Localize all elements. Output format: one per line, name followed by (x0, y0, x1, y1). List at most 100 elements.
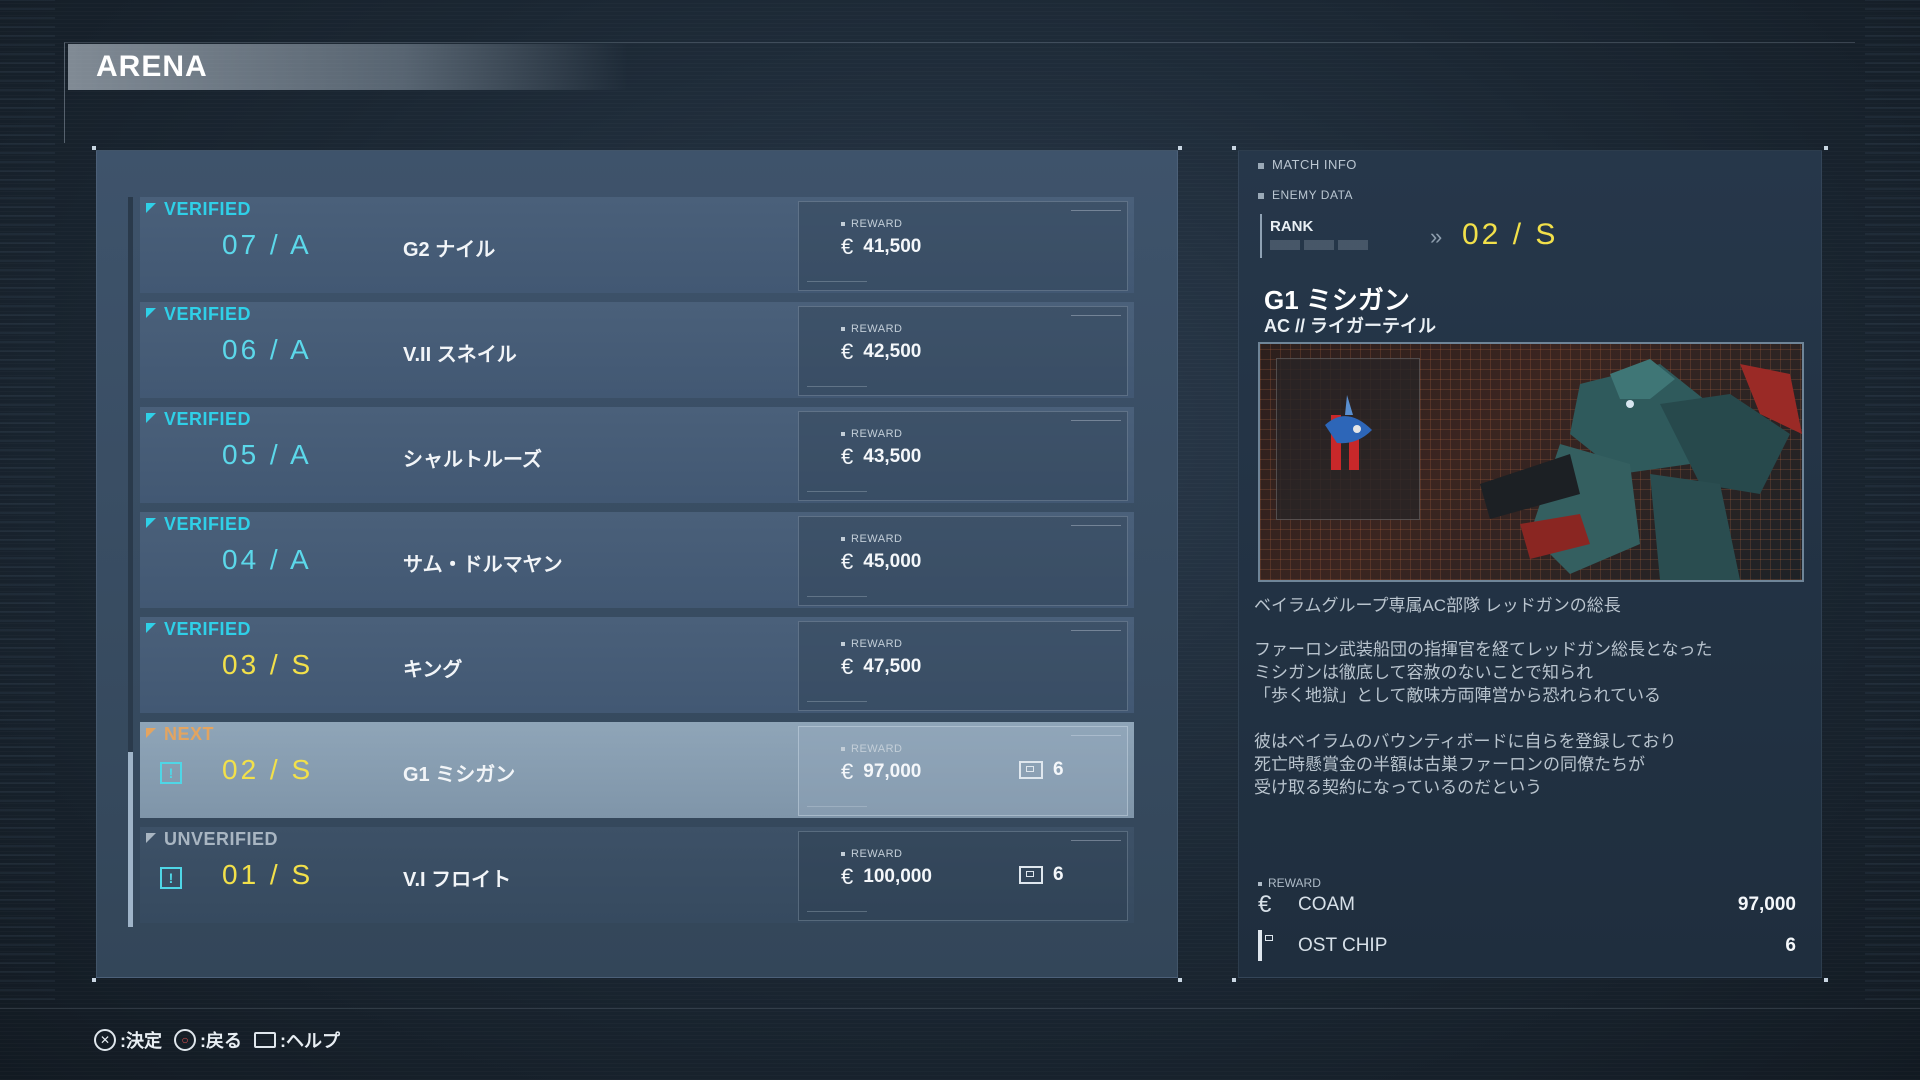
match-row[interactable]: UNVERIFIED! 01 / S V.I フロイト REWARD €100,000 6 (140, 827, 1134, 923)
reward-value: 100,000 (863, 866, 932, 887)
coam-icon: € (1258, 891, 1272, 918)
coam-label: COAM (1298, 894, 1355, 915)
chip-label: OST CHIP (1298, 935, 1388, 956)
reward-amount: €41,500 (841, 234, 921, 260)
status-label: VERIFIED (164, 619, 252, 639)
enemy-ac-name: AC // ライガーテイル (1264, 316, 1437, 336)
enemy-description-2: 彼はベイラムのバウンティボードに自らを登録しており 死亡時懸賞金の半額は古巣ファ… (1254, 730, 1814, 799)
coam-icon: € (841, 549, 854, 574)
deco-line (807, 491, 867, 492)
reward-summary-label: REWARD (1258, 876, 1321, 890)
coam-icon: € (841, 339, 854, 364)
flag-icon (146, 202, 156, 213)
corner-mark (92, 146, 96, 150)
match-rank: 02 / S (222, 754, 314, 785)
reward-box: REWARD €45,000 (798, 516, 1128, 606)
match-status: NEXT (146, 724, 214, 745)
confirm-label: :決定 (120, 1031, 162, 1051)
match-rank: 07 / A (222, 229, 312, 260)
reward-box: REWARD €47,500 (798, 621, 1128, 711)
footer-divider (0, 1008, 1920, 1009)
match-status: UNVERIFIED (146, 829, 278, 850)
flag-icon (146, 622, 156, 633)
back-label: :戻る (200, 1031, 242, 1051)
alert-icon: ! (160, 762, 182, 784)
ost-chip-icon (1019, 761, 1043, 779)
rank-label: RANK (1270, 218, 1314, 235)
deco-line (1071, 525, 1121, 526)
deco-line (1071, 840, 1121, 841)
desc-line: ミシガンは徹底して容赦のないことで知られ (1254, 663, 1593, 682)
opponent-name: V.II スネイル (403, 344, 517, 366)
match-row[interactable]: VERIFIED 06 / A V.II スネイル REWARD €42,500 (140, 302, 1134, 398)
match-status: VERIFIED (146, 304, 251, 325)
flag-icon (146, 727, 156, 738)
coam-icon: € (841, 654, 854, 679)
chip-reward: 6 (1019, 759, 1064, 781)
deco-line (807, 386, 867, 387)
reward-value: 41,500 (863, 236, 922, 257)
match-row[interactable]: VERIFIED 05 / A シャルトルーズ REWARD €43,500 (140, 407, 1134, 503)
reward-value: 42,500 (863, 341, 922, 362)
desc-line: 彼はベイラムのバウンティボードに自らを登録しており (1254, 732, 1677, 751)
enemy-description-1: ファーロン武装船団の指揮官を経てレッドガン総長となった ミシガンは徹底して容赦の… (1254, 638, 1814, 707)
chip-reward: 6 (1019, 864, 1064, 886)
alert-icon: ! (160, 867, 182, 889)
cross-button-icon: ✕ (94, 1029, 116, 1051)
help-label: :ヘルプ (280, 1031, 340, 1051)
list-rail-active (128, 752, 133, 927)
corner-mark (92, 978, 96, 982)
coam-icon: € (841, 234, 854, 259)
match-row[interactable]: VERIFIED 07 / A G2 ナイル REWARD €41,500 (140, 197, 1134, 293)
flag-icon (146, 517, 156, 528)
chip-value: 6 (1785, 935, 1796, 956)
reward-label: REWARD (841, 848, 902, 860)
reward-amount: €43,500 (841, 444, 921, 470)
match-row[interactable]: VERIFIED 03 / S キング REWARD €47,500 (140, 617, 1134, 713)
reward-label: REWARD (841, 533, 902, 545)
redgun-emblem-icon (1325, 395, 1372, 470)
match-rank: 06 / A (222, 334, 312, 365)
enemy-tagline: ベイラムグループ専属AC部隊 レッドガンの総長 (1254, 596, 1621, 615)
reward-box: REWARD €97,000 6 (798, 726, 1128, 816)
coam-icon: € (841, 759, 854, 784)
reward-box: REWARD €43,500 (798, 411, 1128, 501)
confirm-hint[interactable]: ✕ :決定 (94, 1027, 162, 1053)
enemy-ac-image (1258, 342, 1804, 582)
opponent-name: G2 ナイル (403, 239, 496, 261)
match-status: VERIFIED (146, 199, 251, 220)
flag-icon (146, 832, 156, 843)
back-hint[interactable]: ○ :戻る (174, 1027, 242, 1053)
ost-chip-icon (1258, 930, 1288, 961)
corner-mark (1232, 146, 1236, 150)
right-edge-decoration (1865, 0, 1920, 1000)
ost-chip-icon (1019, 866, 1043, 884)
status-label: VERIFIED (164, 514, 252, 534)
reward-label: REWARD (841, 323, 902, 335)
status-label: VERIFIED (164, 409, 252, 429)
reward-amount: €47,500 (841, 654, 921, 680)
help-hint[interactable]: :ヘルプ (254, 1027, 340, 1053)
match-rank: 05 / A (222, 439, 312, 470)
coam-value: 97,000 (1737, 894, 1796, 915)
opponent-name: キング (403, 659, 463, 681)
desc-line: 受け取る契約になっているのだという (1254, 778, 1543, 797)
reward-box: REWARD €100,000 6 (798, 831, 1128, 921)
enemy-rank: 02 / S (1462, 218, 1559, 251)
left-edge-decoration (0, 0, 55, 1000)
page-title: ARENA (96, 50, 208, 83)
reward-amount: €42,500 (841, 339, 921, 365)
chevron-right-icon: » (1430, 224, 1443, 249)
match-row[interactable]: VERIFIED 04 / A サム・ドルマヤン REWARD €45,000 (140, 512, 1134, 608)
deco-line (1071, 315, 1121, 316)
button-hints: ✕ :決定 ○ :戻る :ヘルプ (94, 1027, 352, 1053)
rank-box-decoration (1270, 240, 1370, 250)
desc-line: 「歩く地獄」として敵味方両陣営から恐れられている (1254, 686, 1661, 705)
status-label: VERIFIED (164, 199, 252, 219)
chip-count: 6 (1053, 759, 1064, 780)
match-rank: 04 / A (222, 544, 312, 575)
match-row[interactable]: NEXT! 02 / S G1 ミシガン REWARD €97,000 6 (140, 722, 1134, 818)
mech-illustration (1480, 359, 1802, 580)
reward-value: 45,000 (863, 551, 922, 572)
flag-icon (146, 307, 156, 318)
